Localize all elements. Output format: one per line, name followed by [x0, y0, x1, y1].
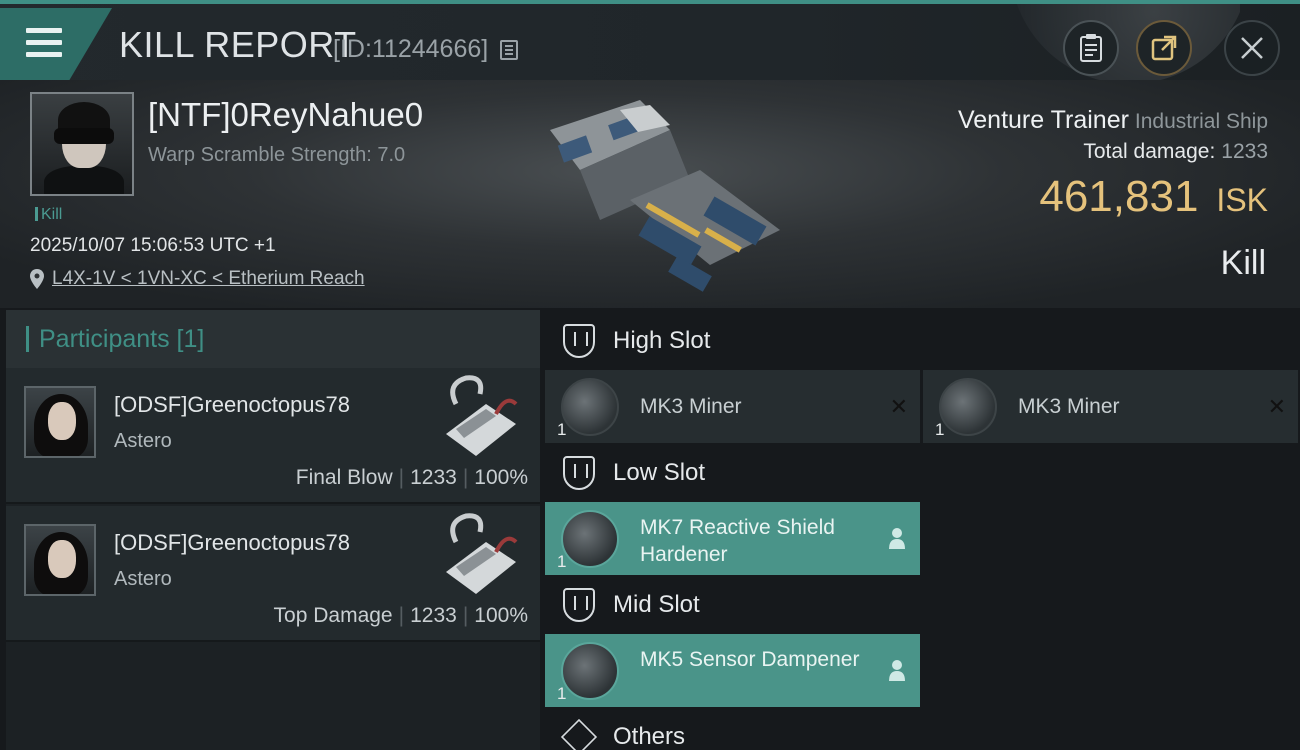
mid-slot-label: Mid Slot: [613, 591, 700, 618]
participant-ship: Astero: [114, 430, 172, 452]
participants-header[interactable]: Participants [1]: [6, 310, 540, 368]
ship-name-line: Venture Trainer Industrial Ship: [958, 106, 1268, 135]
slot-icon: [563, 324, 595, 358]
ship-name: Venture Trainer: [957, 106, 1129, 134]
location-text: L4X-1V < 1VN-XC < Etherium Reach: [52, 268, 365, 289]
destroyed-x-icon: ✕: [1267, 394, 1286, 419]
others-header: Others: [545, 708, 1300, 750]
warp-scramble-strength: Warp Scramble Strength: 7.0: [148, 144, 406, 166]
isk-unit: ISK: [1216, 182, 1268, 218]
victim-ship-image: [550, 100, 780, 292]
hamburger-icon: [26, 28, 62, 58]
participant-stats: Final Blow | 1233 | 100%: [295, 466, 528, 489]
others-label: Others: [613, 723, 686, 750]
dropped-person-icon: [889, 528, 905, 549]
menu-button[interactable]: [0, 8, 112, 80]
copy-icon[interactable]: [500, 40, 518, 60]
planet-decoration: [1010, 4, 1240, 84]
cube-icon: [560, 718, 598, 750]
shield-hardener-icon: [561, 510, 619, 568]
participant-percent: 100%: [474, 604, 528, 627]
participant-damage: 1233: [410, 604, 457, 627]
total-damage-label: Total damage:: [1083, 140, 1216, 163]
report-id: [ID:11244666]: [333, 35, 489, 63]
sensor-dampener-icon: [561, 642, 619, 700]
share-icon: [1151, 35, 1177, 61]
module-qty: 1: [557, 552, 567, 571]
total-damage-value: 1233: [1221, 140, 1268, 163]
participant-avatar[interactable]: [24, 524, 96, 596]
kill-result: Kill: [1220, 244, 1266, 282]
participant-ship-image: [446, 513, 518, 594]
participant-stats: Top Damage | 1233 | 100%: [273, 604, 528, 627]
isk-value: 461,831 ISK: [1039, 172, 1268, 222]
total-damage: Total damage: 1233: [1083, 140, 1268, 164]
module-qty: 1: [935, 420, 945, 439]
destroyed-x-icon: ✕: [889, 394, 908, 419]
victim-name: [NTF]0ReyNahue0: [148, 96, 424, 133]
high-slot-header: High Slot: [545, 312, 1300, 370]
clipboard-icon: [1080, 34, 1102, 62]
victim-panel: [NTF]0ReyNahue0 Warp Scramble Strength: …: [0, 80, 1300, 308]
participant-ship: Astero: [114, 568, 172, 590]
low-slot-header: Low Slot: [545, 444, 1300, 502]
participant-role: Final Blow: [295, 466, 393, 489]
close-button[interactable]: [1224, 20, 1280, 76]
location-link[interactable]: L4X-1V < 1VN-XC < Etherium Reach: [30, 268, 365, 290]
module-item[interactable]: 1 MK5 Sensor Dampener: [545, 634, 920, 707]
module-item[interactable]: 1 MK3 Miner ✕: [545, 370, 920, 443]
page-title: KILL REPORT: [119, 24, 357, 65]
participant-row[interactable]: [ODSF]Greenoctopus78 Astero Final Blow | 1…: [6, 368, 540, 504]
participant-row[interactable]: [ODSF]Greenoctopus78 Astero Top Damage | 1…: [6, 506, 540, 642]
kill-tag: Kill: [35, 206, 62, 224]
miner-icon: [561, 378, 619, 436]
high-slot-label: High Slot: [613, 327, 711, 354]
fitting-slots: High Slot 1 MK3 Miner ✕ 1 MK3 Miner ✕ Lo…: [545, 310, 1300, 750]
top-bar: KILL REPORT [ID:11244666]: [0, 0, 1300, 84]
participant-percent: 100%: [474, 466, 528, 489]
isk-amount: 461,831: [1039, 172, 1199, 221]
clipboard-button[interactable]: [1063, 20, 1119, 76]
module-item[interactable]: 1 MK7 Reactive Shield Hardener: [545, 502, 920, 575]
module-name: MK5 Sensor Dampener: [640, 648, 860, 671]
participant-name: [ODSF]Greenoctopus78: [114, 392, 351, 417]
kill-timestamp: 2025/10/07 15:06:53 UTC +1: [30, 235, 276, 256]
module-name: MK3 Miner: [640, 395, 742, 418]
victim-avatar[interactable]: [30, 92, 134, 196]
module-qty: 1: [557, 420, 567, 439]
ship-class: Industrial Ship: [1134, 110, 1268, 133]
location-pin-icon: [30, 269, 44, 289]
participants-panel: Participants [1] [ODSF]Greenoctopus78 As…: [6, 310, 540, 750]
module-name: MK7 Reactive Shield Hardener: [640, 516, 835, 566]
participant-damage: 1233: [410, 466, 457, 489]
mid-slot-header: Mid Slot: [545, 576, 1300, 634]
module-qty: 1: [557, 684, 567, 703]
miner-icon: [939, 378, 997, 436]
slot-icon: [563, 588, 595, 622]
low-slot-label: Low Slot: [613, 459, 706, 486]
participant-ship-image: [446, 375, 518, 456]
participant-name: [ODSF]Greenoctopus78: [114, 530, 351, 555]
dropped-person-icon: [889, 660, 905, 681]
share-button[interactable]: [1136, 20, 1192, 76]
slot-icon: [563, 456, 595, 490]
close-icon: [1241, 37, 1263, 59]
participant-avatar[interactable]: [24, 386, 96, 458]
participant-role: Top Damage: [273, 604, 393, 627]
module-name: MK3 Miner: [1018, 395, 1120, 418]
module-item[interactable]: 1 MK3 Miner ✕: [923, 370, 1298, 443]
